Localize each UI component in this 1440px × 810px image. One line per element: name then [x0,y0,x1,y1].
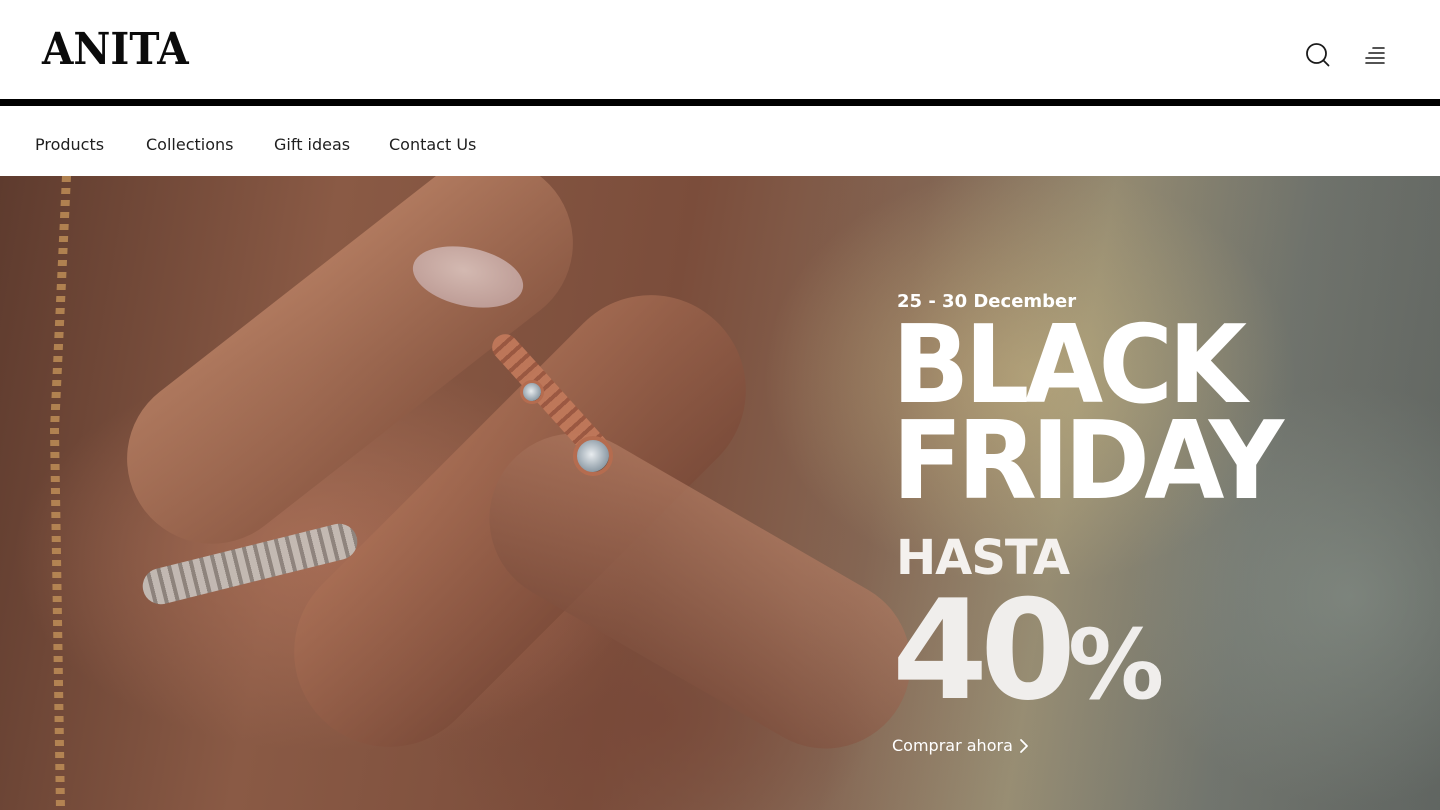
promo-discount-value: 40 [892,570,1076,731]
promo-discount: 40% [892,576,1164,740]
header-divider [0,99,1440,106]
search-icon [1306,43,1330,67]
nav-item-products[interactable]: Products [35,134,104,156]
search-button[interactable] [1301,38,1335,72]
promo-discount-unit: % [1068,609,1165,721]
menu-button[interactable] [1358,38,1392,72]
brand-logo[interactable]: ANITA [42,22,189,78]
top-header: ANITA [0,0,1440,99]
shop-now-link[interactable]: Comprar ahora [892,736,1029,755]
menu-icon [1365,47,1385,64]
nav-item-collections[interactable]: Collections [146,134,233,156]
nav-item-contact-us[interactable]: Contact Us [389,134,476,156]
promo-headline-line2: FRIDAY [892,399,1284,524]
chevron-right-icon [1019,738,1028,753]
nav-item-gift-ideas[interactable]: Gift ideas [274,134,350,156]
hero-banner: 25 - 30 December BLACK FRIDAY HASTA 40% … [0,176,1440,810]
shop-now-label: Comprar ahora [892,736,1013,755]
main-nav: Products Collections Gift ideas Contact … [0,106,1440,176]
